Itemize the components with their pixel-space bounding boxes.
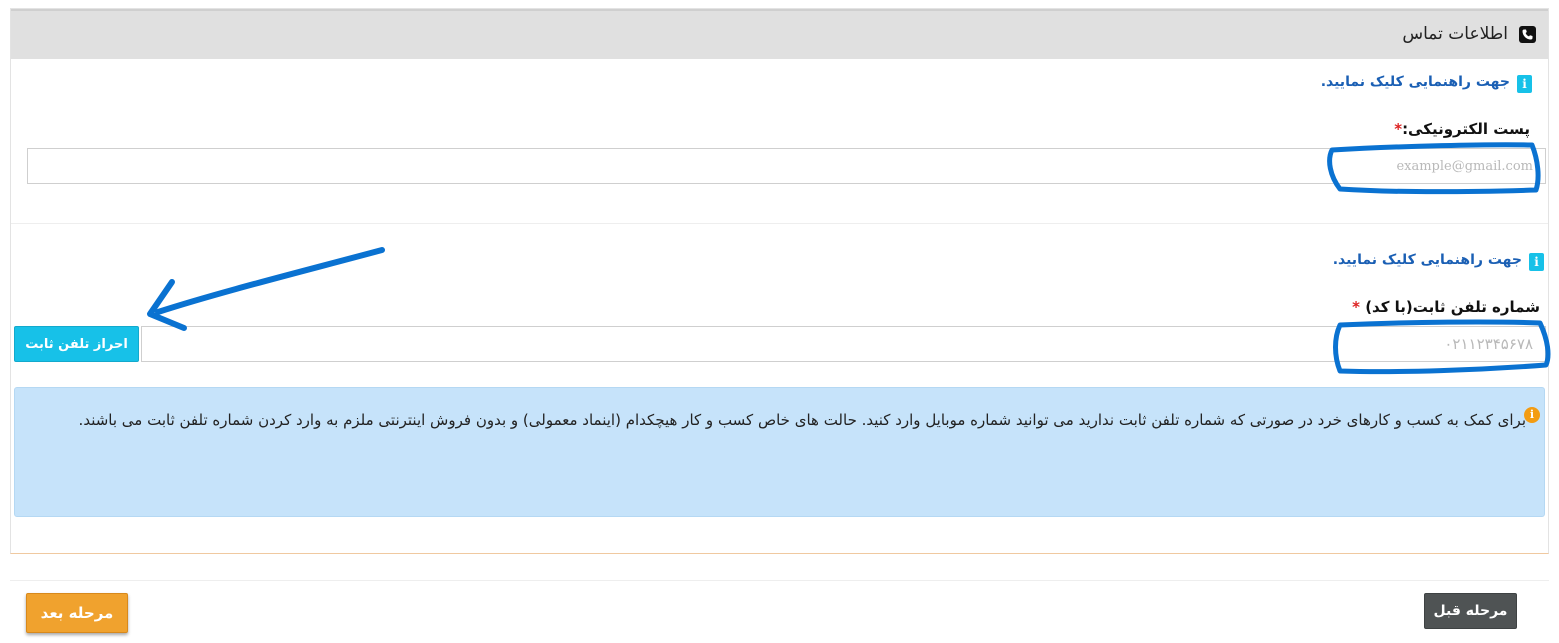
email-label-text: پست الکترونیکی: xyxy=(1402,120,1530,138)
email-label: پست الکترونیکی:* xyxy=(1394,120,1530,138)
email-input[interactable] xyxy=(27,148,1546,184)
panel-header: اطلاعات تماس xyxy=(11,9,1548,59)
verify-landline-button[interactable]: احراز تلفن ثابت xyxy=(14,326,139,362)
info-icon[interactable]: i xyxy=(1517,75,1532,93)
phone-label-text: شماره تلفن ثابت(با کد) xyxy=(1365,298,1540,316)
notice-box: i برای کمک به کسب و کارهای خرد در صورتی … xyxy=(14,387,1545,517)
required-mark: * xyxy=(1352,298,1360,316)
info-icon[interactable]: i xyxy=(1529,253,1544,271)
email-help-link[interactable]: جهت راهنمایی کلیک نمایید. xyxy=(1321,74,1510,90)
warning-info-icon: i xyxy=(1524,407,1540,423)
section-divider xyxy=(11,223,1548,224)
footer-divider xyxy=(10,580,1549,581)
landline-phone-input[interactable] xyxy=(141,326,1546,362)
previous-step-button[interactable]: مرحله قبل xyxy=(1424,593,1517,629)
contact-info-page: اطلاعات تماس i جهت راهنمایی کلیک نمایید.… xyxy=(0,0,1559,643)
notice-text: برای کمک به کسب و کارهای خرد در صورتی که… xyxy=(78,411,1526,429)
next-step-button[interactable]: مرحله بعد xyxy=(26,593,128,633)
required-mark: * xyxy=(1394,120,1403,138)
phone-icon xyxy=(1519,26,1536,43)
panel-title: اطلاعات تماس xyxy=(1402,24,1508,44)
phone-label: شماره تلفن ثابت(با کد) * xyxy=(1352,298,1540,316)
phone-help-link[interactable]: جهت راهنمایی کلیک نمایید. xyxy=(1333,252,1522,268)
